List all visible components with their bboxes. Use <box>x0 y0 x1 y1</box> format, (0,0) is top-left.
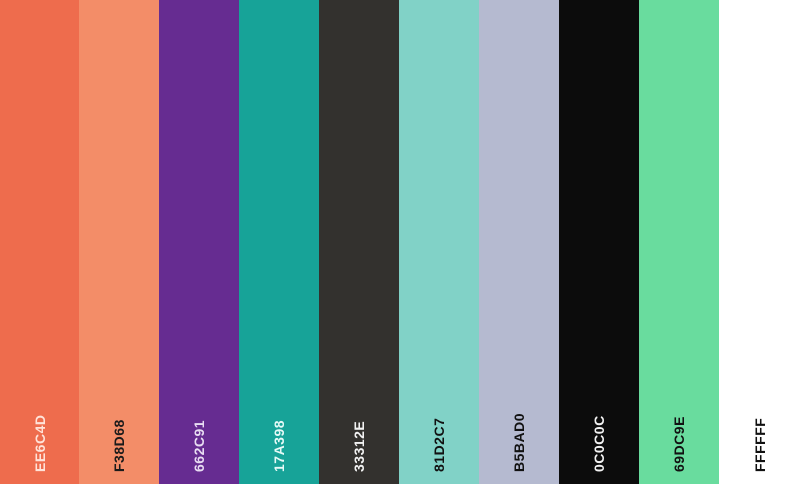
swatch-69dc9e[interactable]: 69DC9E <box>639 0 719 484</box>
swatch-hex-label: 17A398 <box>271 419 287 472</box>
swatch-hex-label: 69DC9E <box>671 416 687 472</box>
swatch-hex-label: EE6C4D <box>31 414 48 472</box>
swatch-hex-label: FFFFFF <box>751 417 768 472</box>
swatch-17a398[interactable]: 17A398 <box>239 0 319 484</box>
swatch-81d2c7[interactable]: 81D2C7 <box>399 0 479 484</box>
swatch-b5bad0[interactable]: B5BAD0 <box>479 0 559 484</box>
swatch-f38d68[interactable]: F38D68 <box>79 0 159 484</box>
swatch-hex-label: 33312E <box>351 420 367 472</box>
swatch-662c91[interactable]: 662C91 <box>159 0 239 484</box>
swatch-hex-label: F38D68 <box>111 419 127 472</box>
swatch-hex-label: 81D2C7 <box>431 417 447 472</box>
swatch-hex-label: 0C0C0C <box>591 415 607 472</box>
swatch-ee6c4d[interactable]: EE6C4D <box>0 0 79 484</box>
swatch-ffffff[interactable]: FFFFFF <box>719 0 800 484</box>
color-palette: EE6C4D F38D68 662C91 17A398 33312E 81D2C… <box>0 0 800 484</box>
swatch-0c0c0c[interactable]: 0C0C0C <box>559 0 639 484</box>
swatch-33312e[interactable]: 33312E <box>319 0 399 484</box>
swatch-hex-label: 662C91 <box>191 419 207 472</box>
swatch-hex-label: B5BAD0 <box>511 412 527 472</box>
